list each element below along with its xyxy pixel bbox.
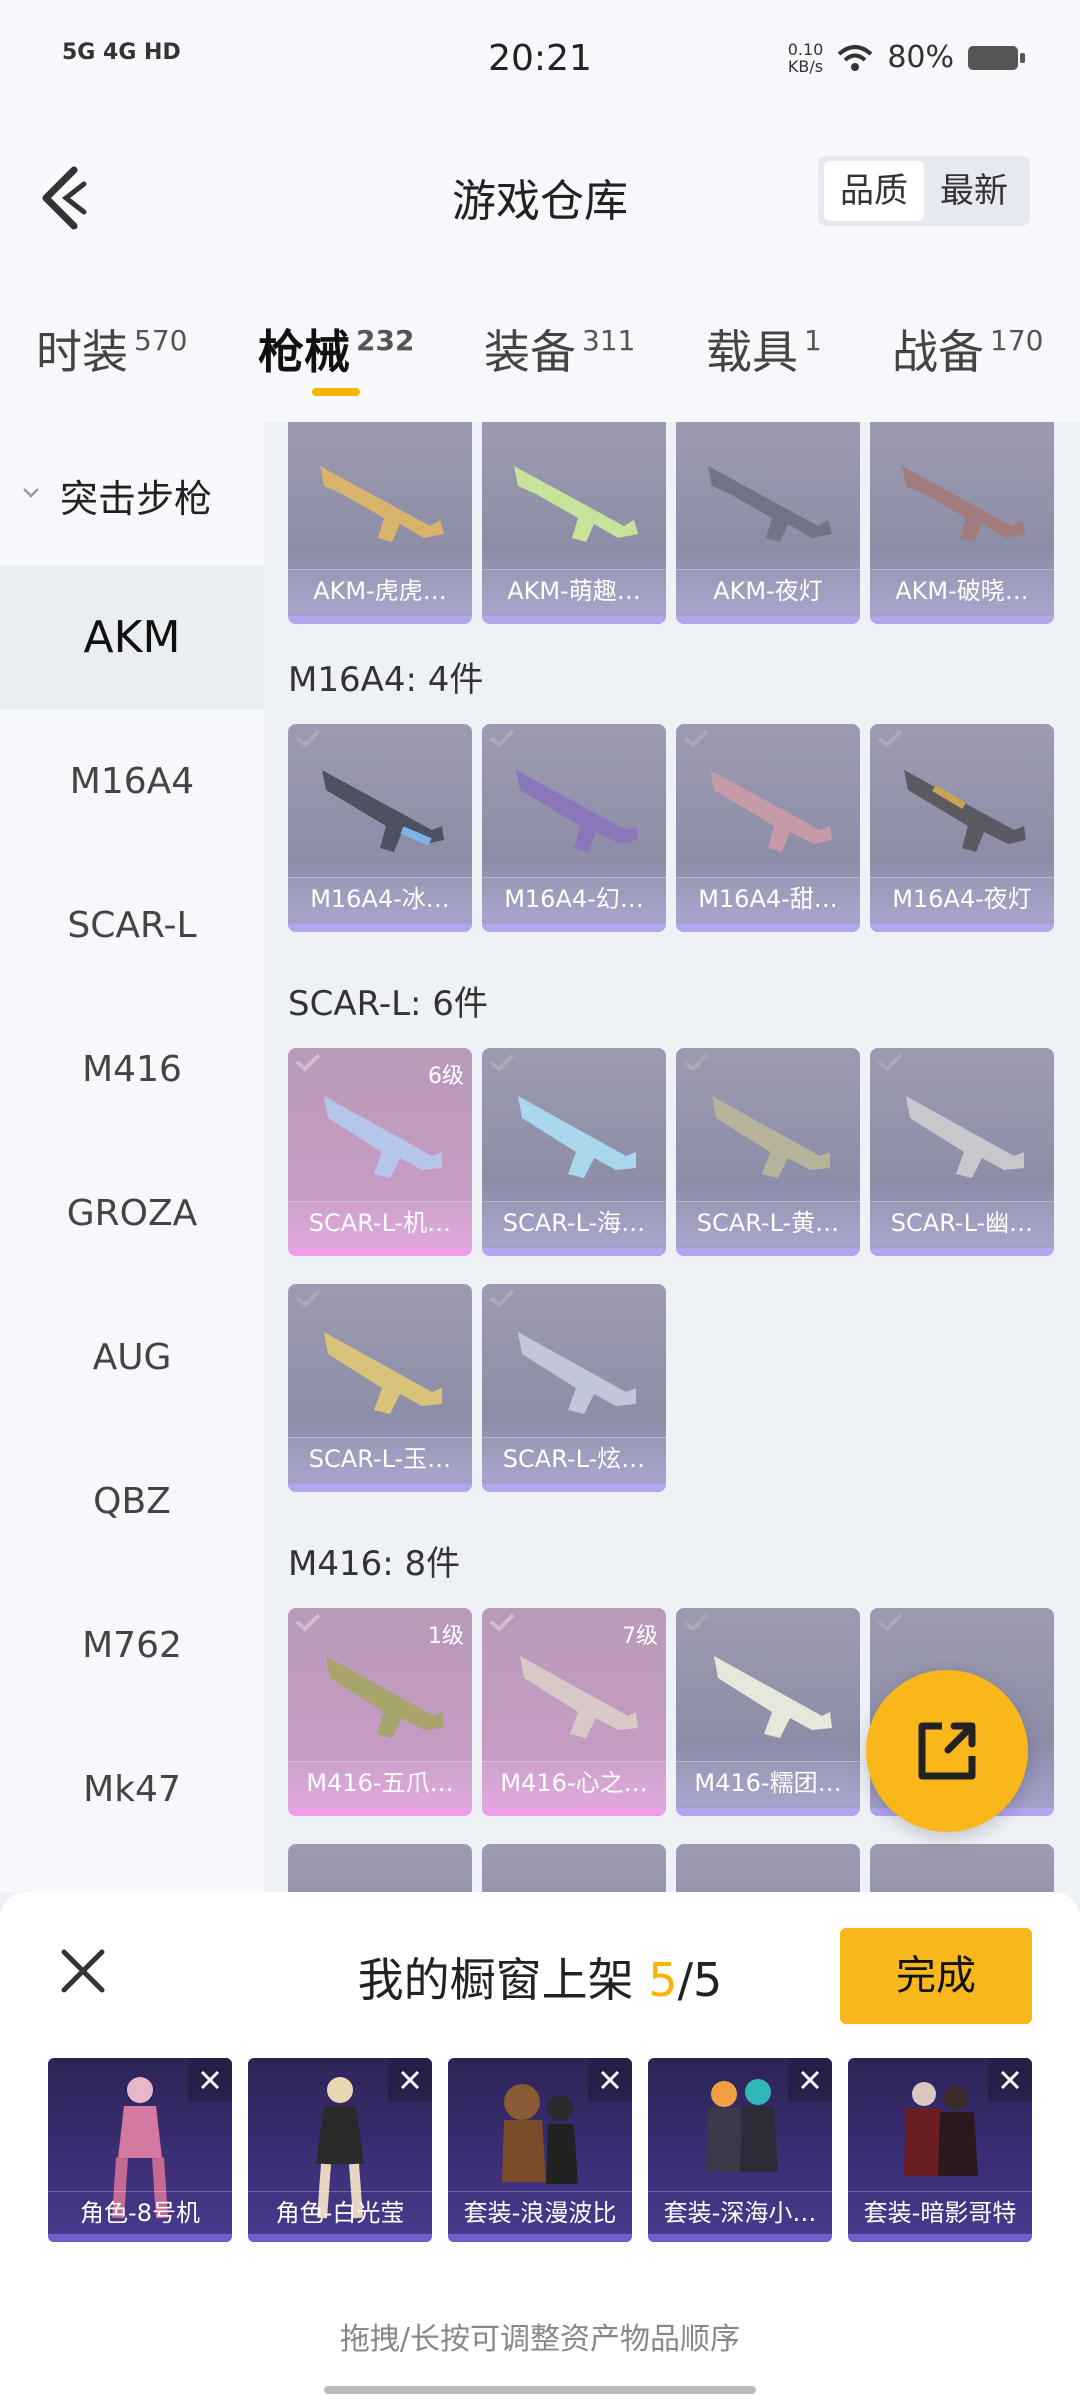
weapon-card[interactable]: M16A4-幻… bbox=[482, 724, 666, 932]
rifle-icon bbox=[518, 1332, 636, 1414]
sidebar-item-groza[interactable]: GROZA bbox=[0, 1142, 264, 1286]
weapon-sidebar: 突击步枪 AKM M16A4 SCAR-L M416 GROZA AUG QBZ… bbox=[0, 422, 264, 1892]
rifle-icon bbox=[714, 1656, 832, 1738]
rifle-icon bbox=[904, 770, 1026, 852]
tab-equipment[interactable]: 装备 311 bbox=[484, 316, 635, 382]
rifle-icon bbox=[324, 1332, 442, 1414]
check-icon bbox=[683, 1613, 709, 1632]
weapon-card[interactable]: AKM-萌趣… bbox=[482, 422, 666, 624]
chevron-down-icon bbox=[23, 488, 39, 498]
remove-slot-icon[interactable] bbox=[388, 2058, 432, 2102]
weapon-card[interactable]: SCAR-L-海… bbox=[482, 1048, 666, 1256]
rifle-icon bbox=[324, 1096, 442, 1178]
rifle-icon bbox=[322, 770, 444, 852]
sidebar-item-mk47[interactable]: Mk47 bbox=[0, 1718, 264, 1862]
check-icon bbox=[295, 1289, 321, 1308]
weapon-card[interactable]: 1级 M416-五爪… bbox=[288, 1608, 472, 1816]
rifle-icon bbox=[708, 466, 832, 542]
rifle-icon bbox=[320, 466, 444, 542]
section-title-m416: M416: 8件 bbox=[288, 1544, 461, 1584]
check-icon bbox=[877, 1613, 903, 1632]
check-icon bbox=[877, 729, 903, 748]
remove-slot-icon[interactable] bbox=[988, 2058, 1032, 2102]
showcase-slot[interactable]: 套装-暗影哥特 bbox=[848, 2058, 1032, 2242]
sidebar-item-akm[interactable]: AKM bbox=[0, 566, 264, 710]
network-speed: 0.10 KB/s bbox=[787, 39, 824, 76]
weapon-card[interactable]: AKM-夜灯 bbox=[676, 422, 860, 624]
showcase-slot[interactable]: 套装-深海小… bbox=[648, 2058, 832, 2242]
active-tab-indicator bbox=[312, 388, 360, 396]
weapon-card[interactable]: M16A4-夜灯 bbox=[870, 724, 1054, 932]
check-icon bbox=[295, 729, 321, 748]
rifle-icon bbox=[326, 1656, 444, 1738]
wifi-icon bbox=[837, 44, 873, 71]
check-icon bbox=[489, 729, 515, 748]
tab-vehicles[interactable]: 载具 1 bbox=[706, 316, 822, 382]
rifle-icon bbox=[520, 1656, 638, 1738]
weapon-card[interactable]: M16A4-甜… bbox=[676, 724, 860, 932]
weapon-card[interactable]: SCAR-L-黄… bbox=[676, 1048, 860, 1256]
weapon-card[interactable]: SCAR-L-玉… bbox=[288, 1284, 472, 1492]
check-icon bbox=[489, 1289, 515, 1308]
category-tabs: 时装 570 枪械 232 装备 311 载具 1 战备 170 bbox=[0, 270, 1080, 422]
sidebar-group-assault-rifle[interactable]: 突击步枪 bbox=[0, 422, 264, 566]
rifle-icon bbox=[516, 770, 638, 852]
share-external-icon bbox=[918, 1722, 976, 1780]
check-icon bbox=[489, 1613, 515, 1632]
weapon-card[interactable] bbox=[482, 1844, 666, 1892]
check-icon bbox=[683, 1053, 709, 1072]
showcase-sheet: 我的橱窗上架 5/5 完成 角色-8号机 角色-白光莹 套装-浪漫波比 套装-深… bbox=[0, 1892, 1080, 2400]
tab-guns[interactable]: 枪械 232 bbox=[258, 316, 414, 396]
weapon-card[interactable] bbox=[870, 1844, 1054, 1892]
rifle-icon bbox=[902, 466, 1026, 542]
battery-icon bbox=[968, 45, 1025, 70]
check-icon bbox=[295, 1053, 321, 1072]
done-button[interactable]: 完成 bbox=[840, 1928, 1032, 2024]
tab-fashion[interactable]: 时装 570 bbox=[36, 316, 187, 382]
remove-slot-icon[interactable] bbox=[788, 2058, 832, 2102]
weapon-card[interactable]: SCAR-L-幽… bbox=[870, 1048, 1054, 1256]
section-title-scar-l: SCAR-L: 6件 bbox=[288, 984, 488, 1024]
weapon-card[interactable]: M16A4-冰… bbox=[288, 724, 472, 932]
app-header: 游戏仓库 品质 最新 bbox=[0, 120, 1080, 270]
check-icon bbox=[877, 1053, 903, 1072]
battery-percent: 80% bbox=[887, 40, 954, 75]
sidebar-item-scar-l[interactable]: SCAR-L bbox=[0, 854, 264, 998]
sidebar-item-m416[interactable]: M416 bbox=[0, 998, 264, 1142]
section-title-m16a4: M16A4: 4件 bbox=[288, 660, 484, 700]
sort-latest-button[interactable]: 最新 bbox=[924, 161, 1024, 221]
showcase-slot[interactable]: 角色-白光莹 bbox=[248, 2058, 432, 2242]
remove-slot-icon[interactable] bbox=[588, 2058, 632, 2102]
remove-slot-icon[interactable] bbox=[188, 2058, 232, 2102]
home-indicator[interactable] bbox=[324, 2386, 756, 2394]
reorder-hint: 拖拽/长按可调整资产物品顺序 bbox=[339, 2322, 741, 2357]
weapon-card[interactable]: SCAR-L-炫… bbox=[482, 1284, 666, 1492]
check-icon bbox=[683, 729, 709, 748]
status-bar: 5G 4G HD 20:21 0.10 KB/s 80% bbox=[0, 0, 1080, 120]
check-icon bbox=[295, 1613, 321, 1632]
rifle-icon bbox=[712, 1096, 830, 1178]
sidebar-item-aug[interactable]: AUG bbox=[0, 1286, 264, 1430]
weapon-card[interactable] bbox=[676, 1844, 860, 1892]
share-button[interactable] bbox=[866, 1670, 1028, 1832]
sort-quality-button[interactable]: 品质 bbox=[824, 161, 924, 221]
weapon-card[interactable] bbox=[288, 1844, 472, 1892]
showcase-slot[interactable]: 套装-浪漫波比 bbox=[448, 2058, 632, 2242]
weapon-card[interactable]: 6级 SCAR-L-机… bbox=[288, 1048, 472, 1256]
check-icon bbox=[489, 1053, 515, 1072]
rifle-icon bbox=[906, 1096, 1024, 1178]
sidebar-item-qbz[interactable]: QBZ bbox=[0, 1430, 264, 1574]
rifle-icon bbox=[518, 1096, 636, 1178]
sidebar-item-m16a4[interactable]: M16A4 bbox=[0, 710, 264, 854]
weapon-card[interactable]: M416-糯团… bbox=[676, 1608, 860, 1816]
sort-toggle: 品质 最新 bbox=[818, 156, 1030, 226]
rifle-icon bbox=[710, 770, 832, 852]
sidebar-item-m762[interactable]: M762 bbox=[0, 1574, 264, 1718]
weapon-card[interactable]: 7级 M416-心之… bbox=[482, 1608, 666, 1816]
showcase-slot[interactable]: 角色-8号机 bbox=[48, 2058, 232, 2242]
rifle-icon bbox=[514, 466, 638, 542]
tab-supplies[interactable]: 战备 170 bbox=[892, 316, 1043, 382]
weapon-card[interactable]: AKM-虎虎… bbox=[288, 422, 472, 624]
weapon-card[interactable]: AKM-破晓… bbox=[870, 422, 1054, 624]
